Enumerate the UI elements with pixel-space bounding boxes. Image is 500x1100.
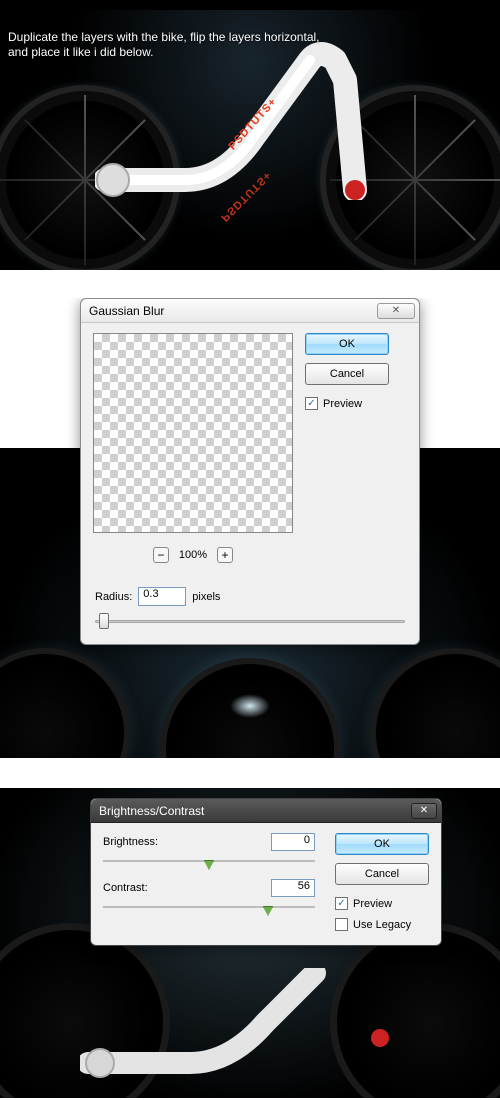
instruction-text: Duplicate the layers with the bike, flip… (8, 30, 320, 60)
preview-checkbox[interactable]: ✓ (305, 397, 318, 410)
wheel-silhouette (0, 648, 130, 758)
ok-button[interactable]: OK (335, 833, 429, 855)
tutorial-step-gaussian: Gaussian Blur ✕ − 100% + OK Cancel ✓ Pre… (0, 298, 500, 758)
close-button[interactable]: ✕ (377, 303, 415, 319)
legacy-checkbox[interactable] (335, 918, 348, 931)
plus-icon: + (222, 549, 229, 561)
instruction-line1: Duplicate the layers with the bike, flip… (8, 30, 320, 45)
slider-rail (95, 620, 405, 623)
bike-frame: PSDTUTS+ PSDTUTS+ (95, 40, 395, 200)
zoom-controls: − 100% + (153, 547, 233, 563)
dialog-titlebar[interactable]: Gaussian Blur ✕ (81, 299, 419, 323)
radius-label: Radius: (95, 591, 132, 603)
bike-frame-low (80, 968, 400, 1078)
ok-button[interactable]: OK (305, 333, 389, 355)
preview-label: Preview (323, 398, 362, 410)
slider-thumb[interactable] (204, 860, 215, 870)
legacy-checkbox-row: Use Legacy (335, 918, 429, 931)
dialog-title: Brightness/Contrast (99, 804, 204, 818)
radius-slider[interactable] (95, 612, 405, 630)
legacy-label: Use Legacy (353, 919, 411, 931)
close-icon: ✕ (420, 805, 428, 816)
minus-icon: − (157, 549, 164, 561)
slider-thumb[interactable] (99, 613, 109, 629)
contrast-label: Contrast: (103, 882, 148, 894)
gaussian-blur-dialog: Gaussian Blur ✕ − 100% + OK Cancel ✓ Pre… (80, 298, 420, 645)
zoom-out-button[interactable]: − (153, 547, 169, 563)
preview-checkbox[interactable]: ✓ (335, 897, 348, 910)
instruction-line2: and place it like i did below. (8, 45, 320, 60)
slider-thumb[interactable] (263, 906, 274, 916)
highlight-glow (230, 694, 270, 718)
checkmark-icon: ✓ (337, 898, 345, 909)
close-icon: ✕ (392, 305, 400, 316)
dialog-title: Gaussian Blur (89, 304, 164, 318)
zoom-in-button[interactable]: + (217, 547, 233, 563)
slider-rail (103, 906, 315, 908)
zoom-value: 100% (179, 549, 207, 561)
brightness-input[interactable]: 0 (271, 833, 315, 851)
checkmark-icon: ✓ (307, 398, 315, 409)
radius-row: Radius: 0.3 pixels (95, 587, 405, 606)
radius-unit: pixels (192, 591, 220, 603)
wheel-silhouette (370, 648, 500, 758)
radius-input[interactable]: 0.3 (138, 587, 186, 606)
bc-controls: Brightness: 0 Contrast: 56 (103, 833, 319, 931)
contrast-input[interactable]: 56 (271, 879, 315, 897)
preview-checkbox-row: ✓ Preview (305, 397, 389, 410)
cancel-button[interactable]: Cancel (305, 363, 389, 385)
close-button[interactable]: ✕ (411, 803, 437, 819)
preview-checkbox-row: ✓ Preview (335, 897, 429, 910)
contrast-slider[interactable] (103, 901, 315, 915)
tutorial-step-brightness: Brightness/Contrast ✕ Brightness: 0 Cont… (0, 788, 500, 1098)
cancel-button[interactable]: Cancel (335, 863, 429, 885)
dialog-titlebar[interactable]: Brightness/Contrast ✕ (91, 799, 441, 823)
brightness-slider[interactable] (103, 855, 315, 869)
filter-preview[interactable] (93, 333, 293, 533)
preview-label: Preview (353, 898, 392, 910)
brightness-contrast-dialog: Brightness/Contrast ✕ Brightness: 0 Cont… (90, 798, 442, 946)
tutorial-step-bike: PSDTUTS+ PSDTUTS+ Duplicate the layers w… (0, 0, 500, 270)
brightness-label: Brightness: (103, 836, 158, 848)
